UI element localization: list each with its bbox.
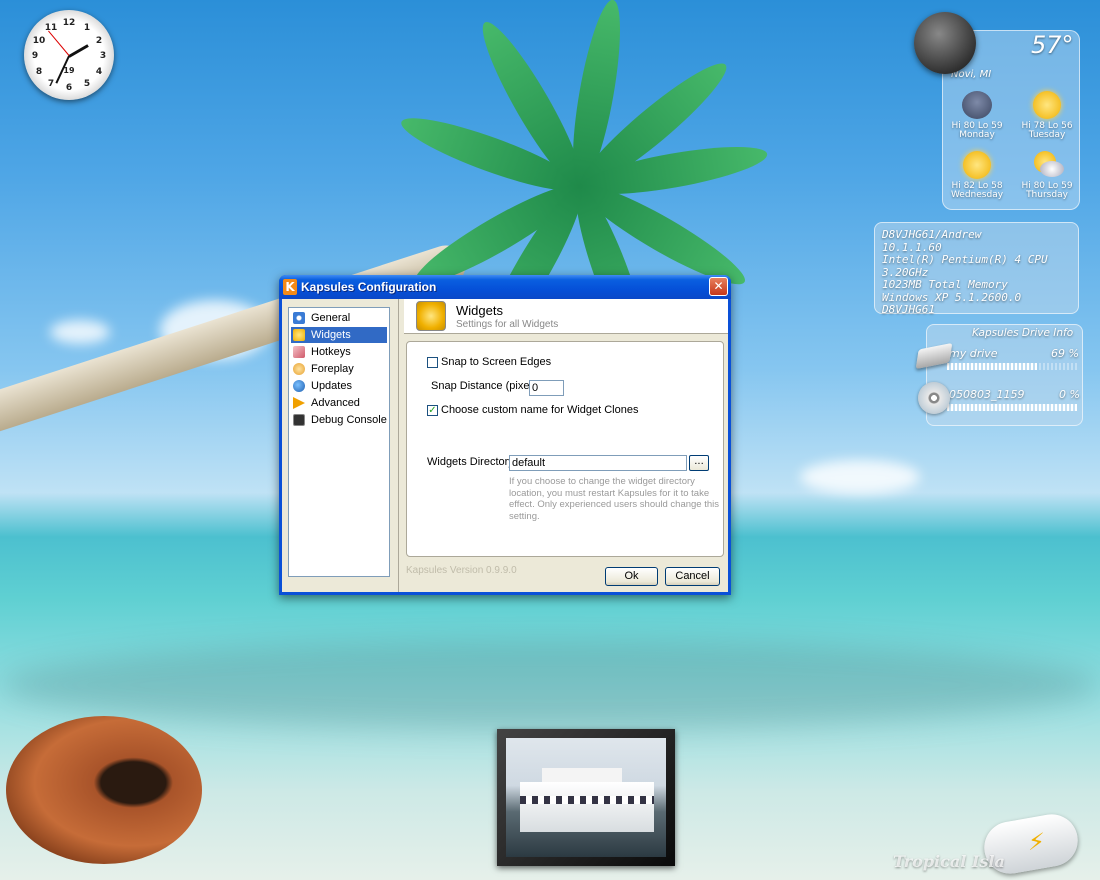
forecast-monday: Hi 80 Lo 59 Monday [947,91,1007,140]
houseboat-photo [506,738,666,857]
widgets-directory-label: Widgets Directory [427,456,514,468]
sysinfo-line: 1023MB Total Memory [882,278,1008,291]
ok-button[interactable]: Ok [605,567,658,586]
forecast-day: Wednesday [950,190,1004,200]
guinea-pig-pet[interactable] [6,716,202,864]
kapsules-app-icon: K [283,279,297,295]
snap-edges-label[interactable]: Snap to Screen Edges [441,356,551,368]
clock-hour-hand [68,44,89,58]
drive-info-widget[interactable]: Kapsules Drive Info my drive 69 % 050803… [926,324,1083,426]
gear-icon [293,312,305,324]
kapsules-configuration-dialog: K Kapsules Configuration ✕ General Widge… [279,275,731,595]
cd-icon [918,382,950,414]
forecast-thursday: Hi 80 Lo 59 Thursday [1017,151,1077,200]
clock-number: 5 [83,79,91,89]
sysinfo-line: D8VJHG61/Andrew [882,228,982,241]
nav-label: Advanced [311,397,360,409]
cloud [800,460,920,494]
drive-usage-bar [947,404,1077,411]
clock-number: 12 [62,18,76,28]
cloudy-sun-icon [1032,151,1064,179]
clock-number: 10 [32,36,46,46]
nav-label: Hotkeys [311,346,351,358]
nav-label: Foreplay [311,363,354,375]
weather-temperature: 57° [1031,31,1074,59]
nav-item-advanced[interactable]: Advanced [291,395,387,411]
forecast-wednesday: Hi 82 Lo 58 Wednesday [947,151,1007,200]
nav-item-foreplay[interactable]: Foreplay [291,361,387,377]
sun-cloud-icon [963,151,991,179]
nav-divider [398,299,399,592]
clock-number: 2 [95,36,103,46]
storm-icon [962,91,992,119]
title-bar[interactable]: K Kapsules Configuration ✕ [279,275,731,299]
version-label: Kapsules Version 0.9.9.0 [406,565,517,576]
custom-name-checkbox[interactable]: ✓ [427,405,438,416]
forecast-tuesday: Hi 78 Lo 56 Tuesday [1017,91,1077,140]
sysinfo-line: Intel(R) Pentium(R) 4 CPU 3.20GHz [882,253,1048,279]
cloud [50,320,110,344]
sand-shadow [0,640,1100,730]
drive-name: 050803_1159 [949,388,1025,401]
drive-usage-fill [947,363,1037,370]
photo-frame-widget[interactable] [497,729,675,866]
forecast-day: Tuesday [1028,130,1066,140]
clock-number: 6 [65,83,73,93]
console-icon [293,414,305,426]
browse-button[interactable]: ... [689,455,709,471]
snap-edges-checkbox[interactable] [427,357,438,368]
snap-distance-input[interactable]: 0 [529,380,564,396]
section-title: Widgets [456,303,503,318]
star-icon [293,363,305,375]
system-info-widget[interactable]: D8VJHG61/Andrew 10.1.1.60 Intel(R) Penti… [874,222,1079,316]
clock-number: 4 [95,67,103,77]
forecast-day: Monday [959,130,995,140]
close-button[interactable]: ✕ [709,277,728,296]
sun-icon [1033,91,1061,119]
nav-item-widgets[interactable]: Widgets [291,327,387,343]
widgets-directory-input[interactable]: default [509,455,687,471]
nav-label: Widgets [311,329,351,341]
arrow-icon [293,397,305,409]
settings-nav: General Widgets Hotkeys Foreplay Updates… [288,307,390,577]
dialog-title: Kapsules Configuration [301,280,437,294]
widget-sun-icon [293,329,305,341]
nav-label: General [311,312,351,324]
drive-percent: 69 % [1051,347,1079,360]
clock-number: 11 [44,23,58,33]
clock-widget[interactable]: 12 1 2 3 4 5 6 7 8 9 10 11 19 [24,10,114,100]
sysinfo-line: D8VJHG61 [882,303,935,316]
palm-crown [395,0,771,372]
nav-item-debug-console[interactable]: Debug Console [291,412,387,428]
nav-item-general[interactable]: General [291,310,387,326]
widgets-settings-panel: Snap to Screen Edges Snap Distance (pixe… [406,341,724,557]
wallpaper-caption: Tropical Isla [893,852,1005,871]
keyboard-icon [293,346,305,358]
dialog-client: General Widgets Hotkeys Foreplay Updates… [282,299,728,592]
clock-number: 1 [83,23,91,33]
nav-item-hotkeys[interactable]: Hotkeys [291,344,387,360]
drive-name: my drive [949,347,998,360]
directory-note: If you choose to change the widget direc… [509,476,720,522]
section-subtitle: Settings for all Widgets [456,319,559,330]
nav-label: Updates [311,380,352,392]
clock-second-hand [48,30,70,56]
globe-icon [293,380,305,392]
cancel-button[interactable]: Cancel [665,567,720,586]
drive-info-title: Kapsules Drive Info [972,327,1074,339]
clock-number: 3 [99,51,107,61]
clock-number: 8 [35,67,43,77]
drive-percent: 0 % [1059,388,1080,401]
section-header: Widgets Settings for all Widgets [404,299,728,334]
snap-distance-label: Snap Distance (pixels) [431,380,542,392]
custom-name-label[interactable]: Choose custom name for Widget Clones [441,404,638,416]
widgets-sun-icon [416,301,446,331]
moon-phase-icon [914,12,976,74]
drive-usage-bar [947,363,1077,370]
clock-number: 9 [31,51,39,61]
nav-item-updates[interactable]: Updates [291,378,387,394]
forecast-day: Thursday [1026,190,1068,200]
nav-label: Debug Console [311,414,387,426]
